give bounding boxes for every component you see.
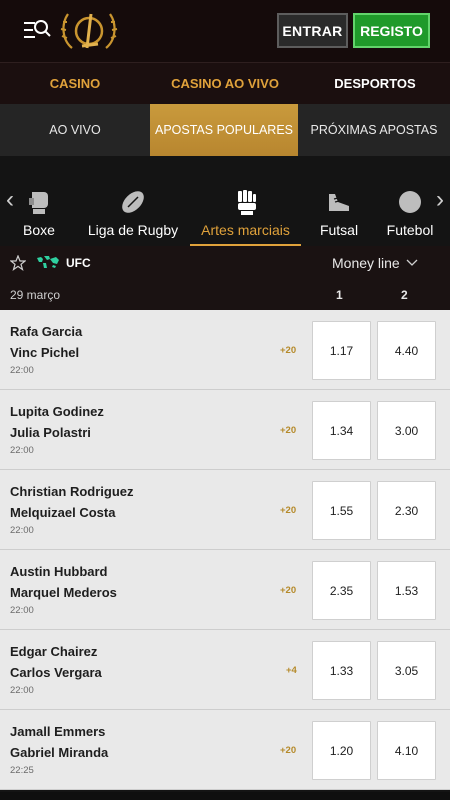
odd-button-away[interactable]: 3.05 [377,641,436,700]
home-fighter: Austin Hubbard [10,564,108,579]
away-fighter: Marquel Mederos [10,585,117,600]
odd-button-home[interactable]: 1.33 [312,641,371,700]
odd-button-home[interactable]: 1.34 [312,401,371,460]
nav-casino-ao-vivo[interactable]: CASINO AO VIVO [150,63,300,104]
sport-item-futsal[interactable]: Futsal [316,156,362,246]
boxing-glove-icon [29,192,48,214]
menu-search-icon[interactable] [22,17,52,43]
event-row[interactable]: Jamall Emmers Gabriel Miranda 22:25 +20 … [0,710,450,790]
register-button[interactable]: REGISTO [353,13,430,48]
odd-button-home[interactable]: 1.55 [312,481,371,540]
football-icon [399,191,421,213]
event-row[interactable]: Lupita Godinez Julia Polastri 22:00 +20 … [0,390,450,470]
sport-item-artes-marciais[interactable]: Artes marciais [190,156,301,246]
market-select[interactable]: Money line [332,255,418,271]
home-fighter: Christian Rodriguez [10,484,134,499]
odd-button-home[interactable]: 1.20 [312,721,371,780]
away-fighter: Gabriel Miranda [10,745,109,760]
event-time: 22:00 [10,365,34,376]
nav-casino[interactable]: CASINO [0,63,150,104]
sport-label: Boxe [23,222,55,238]
chevron-down-icon [406,259,418,266]
brand-logo[interactable] [58,8,120,54]
rugby-ball-icon [122,191,144,213]
more-markets-count[interactable]: +20 [280,425,296,436]
event-row[interactable]: Christian Rodriguez Melquizael Costa 22:… [0,470,450,550]
nav-desportos[interactable]: DESPORTOS [300,63,450,104]
column-header-1: 1 [336,288,343,302]
away-fighter: Julia Polastri [10,425,91,440]
login-button[interactable]: ENTRAR [277,13,348,48]
chevron-right-icon[interactable]: › [433,186,447,214]
sport-label: Liga de Rugby [87,222,179,238]
event-time: 22:00 [10,445,34,456]
sport-label: Futsal [319,222,359,238]
event-row[interactable]: Rafa Garcia Vinc Pichel 22:00 +20 1.17 4… [0,310,450,390]
sport-label: Futebol [386,222,434,238]
odd-button-home[interactable]: 2.35 [312,561,371,620]
event-time: 22:00 [10,525,34,536]
event-row[interactable]: Edgar Chairez Carlos Vergara 22:00 +4 1.… [0,630,450,710]
tab-apostas-populares[interactable]: APOSTAS POPULARES [150,104,298,156]
sport-item-futebol[interactable]: Futebol [384,156,436,246]
event-time: 22:00 [10,685,34,696]
odd-button-away[interactable]: 3.00 [377,401,436,460]
tab-ao-vivo[interactable]: AO VIVO [0,104,150,156]
event-date: 29 março [10,288,61,302]
home-fighter: Jamall Emmers [10,724,106,739]
more-markets-count[interactable]: +4 [286,665,297,676]
odd-button-away[interactable]: 4.10 [377,721,436,780]
bottom-bar [0,792,450,800]
home-fighter: Rafa Garcia [10,324,83,339]
away-fighter: Melquizael Costa [10,505,116,520]
sub-nav: AO VIVO APOSTAS POPULARES PRÓXIMAS APOST… [0,104,450,156]
top-header: ENTRAR REGISTO [0,0,450,62]
world-map-icon [37,256,59,268]
sport-label: Artes marciais [201,222,290,238]
away-fighter: Vinc Pichel [10,345,80,360]
away-fighter: Carlos Vergara [10,665,102,680]
futsal-shoe-icon [329,194,349,211]
main-nav: CASINO CASINO AO VIVO DESPORTOS [0,62,450,104]
odd-button-away[interactable]: 2.30 [377,481,436,540]
star-favorite-icon[interactable] [10,255,26,271]
more-markets-count[interactable]: +20 [280,505,296,516]
sport-carousel: ‹ Boxe Liga de Rugby Artes marciais Futs… [0,156,450,246]
more-markets-count[interactable]: +20 [280,745,296,756]
column-header-2: 2 [401,288,408,302]
competition-name: UFC [66,256,91,270]
odd-button-home[interactable]: 1.17 [312,321,371,380]
event-row[interactable]: Austin Hubbard Marquel Mederos 22:00 +20… [0,550,450,630]
martial-arts-fist-icon [237,190,256,215]
home-fighter: Lupita Godinez [10,404,104,419]
odd-button-away[interactable]: 1.53 [377,561,436,620]
event-list: Rafa Garcia Vinc Pichel 22:00 +20 1.17 4… [0,310,450,792]
competition-header: UFC Money line 29 março 1 2 [0,246,450,310]
more-markets-count[interactable]: +20 [280,585,296,596]
sport-item-boxe[interactable]: Boxe [10,156,68,246]
home-fighter: Edgar Chairez [10,644,98,659]
event-time: 22:25 [10,765,34,776]
more-markets-count[interactable]: +20 [280,345,296,356]
tab-proximas-apostas[interactable]: PRÓXIMAS APOSTAS [298,104,450,156]
event-time: 22:00 [10,605,34,616]
market-select-value: Money line [332,255,400,271]
sport-item-liga-de-rugby[interactable]: Liga de Rugby [86,156,180,246]
odd-button-away[interactable]: 4.40 [377,321,436,380]
